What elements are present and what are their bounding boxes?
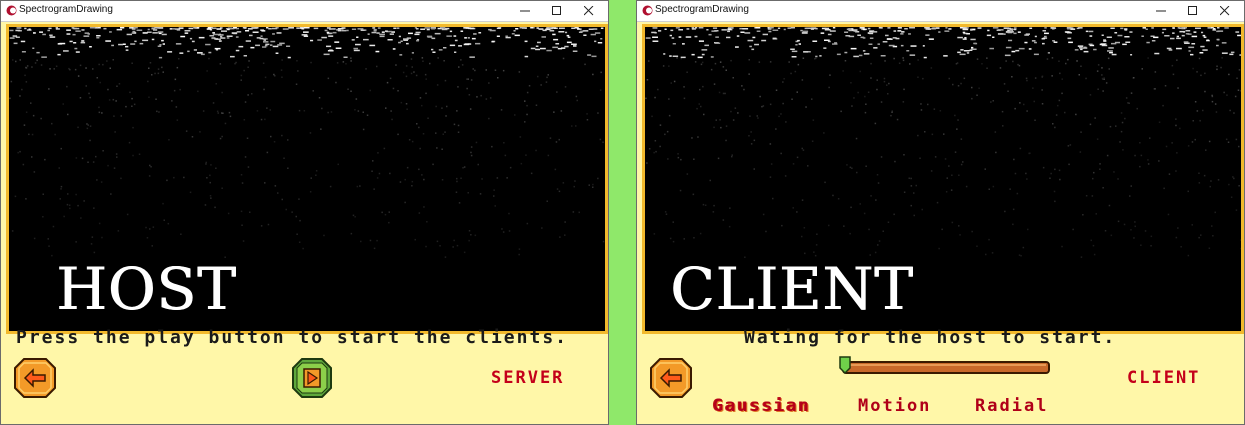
maximize-button[interactable] xyxy=(542,1,572,21)
blur-slider[interactable] xyxy=(839,355,1051,379)
title-bar[interactable]: SpectrogramDrawing xyxy=(637,1,1244,22)
maximize-button[interactable] xyxy=(1178,1,1208,21)
minimize-icon xyxy=(1156,10,1166,12)
filter-gaussian[interactable]: Gaussian xyxy=(713,396,811,416)
window-title: SpectrogramDrawing xyxy=(655,4,749,15)
status-text: Press the play button to start the clien… xyxy=(16,327,568,348)
app-icon xyxy=(6,5,17,16)
host-label: HOST xyxy=(56,255,237,323)
role-label: SERVER xyxy=(491,368,565,388)
filter-radial[interactable]: Radial xyxy=(975,396,1048,416)
client-window: SpectrogramDrawing CLIENT Wating for the… xyxy=(636,0,1245,425)
role-label: CLIENT xyxy=(1127,368,1201,388)
spectrogram-canvas[interactable]: HOST xyxy=(6,24,608,334)
title-bar[interactable]: SpectrogramDrawing xyxy=(1,1,608,22)
close-button[interactable] xyxy=(1210,1,1240,21)
back-button[interactable] xyxy=(14,358,56,398)
back-button[interactable] xyxy=(650,358,692,398)
play-icon xyxy=(303,368,321,388)
host-window: SpectrogramDrawing HOST Press the play b… xyxy=(0,0,609,425)
app-icon xyxy=(642,5,653,16)
window-title: SpectrogramDrawing xyxy=(19,4,113,15)
maximize-icon xyxy=(1188,6,1197,15)
close-icon xyxy=(1220,6,1230,16)
maximize-icon xyxy=(552,6,561,15)
minimize-button[interactable] xyxy=(1146,1,1176,21)
minimize-button[interactable] xyxy=(510,1,540,21)
close-button[interactable] xyxy=(574,1,604,21)
client-label: CLIENT xyxy=(670,255,914,323)
minimize-icon xyxy=(520,10,530,12)
spectrogram-canvas[interactable]: CLIENT xyxy=(642,24,1244,334)
play-button[interactable] xyxy=(292,358,332,398)
close-icon xyxy=(584,6,594,16)
status-text: Wating for the host to start. xyxy=(744,327,1117,348)
filter-motion[interactable]: Motion xyxy=(858,396,931,416)
